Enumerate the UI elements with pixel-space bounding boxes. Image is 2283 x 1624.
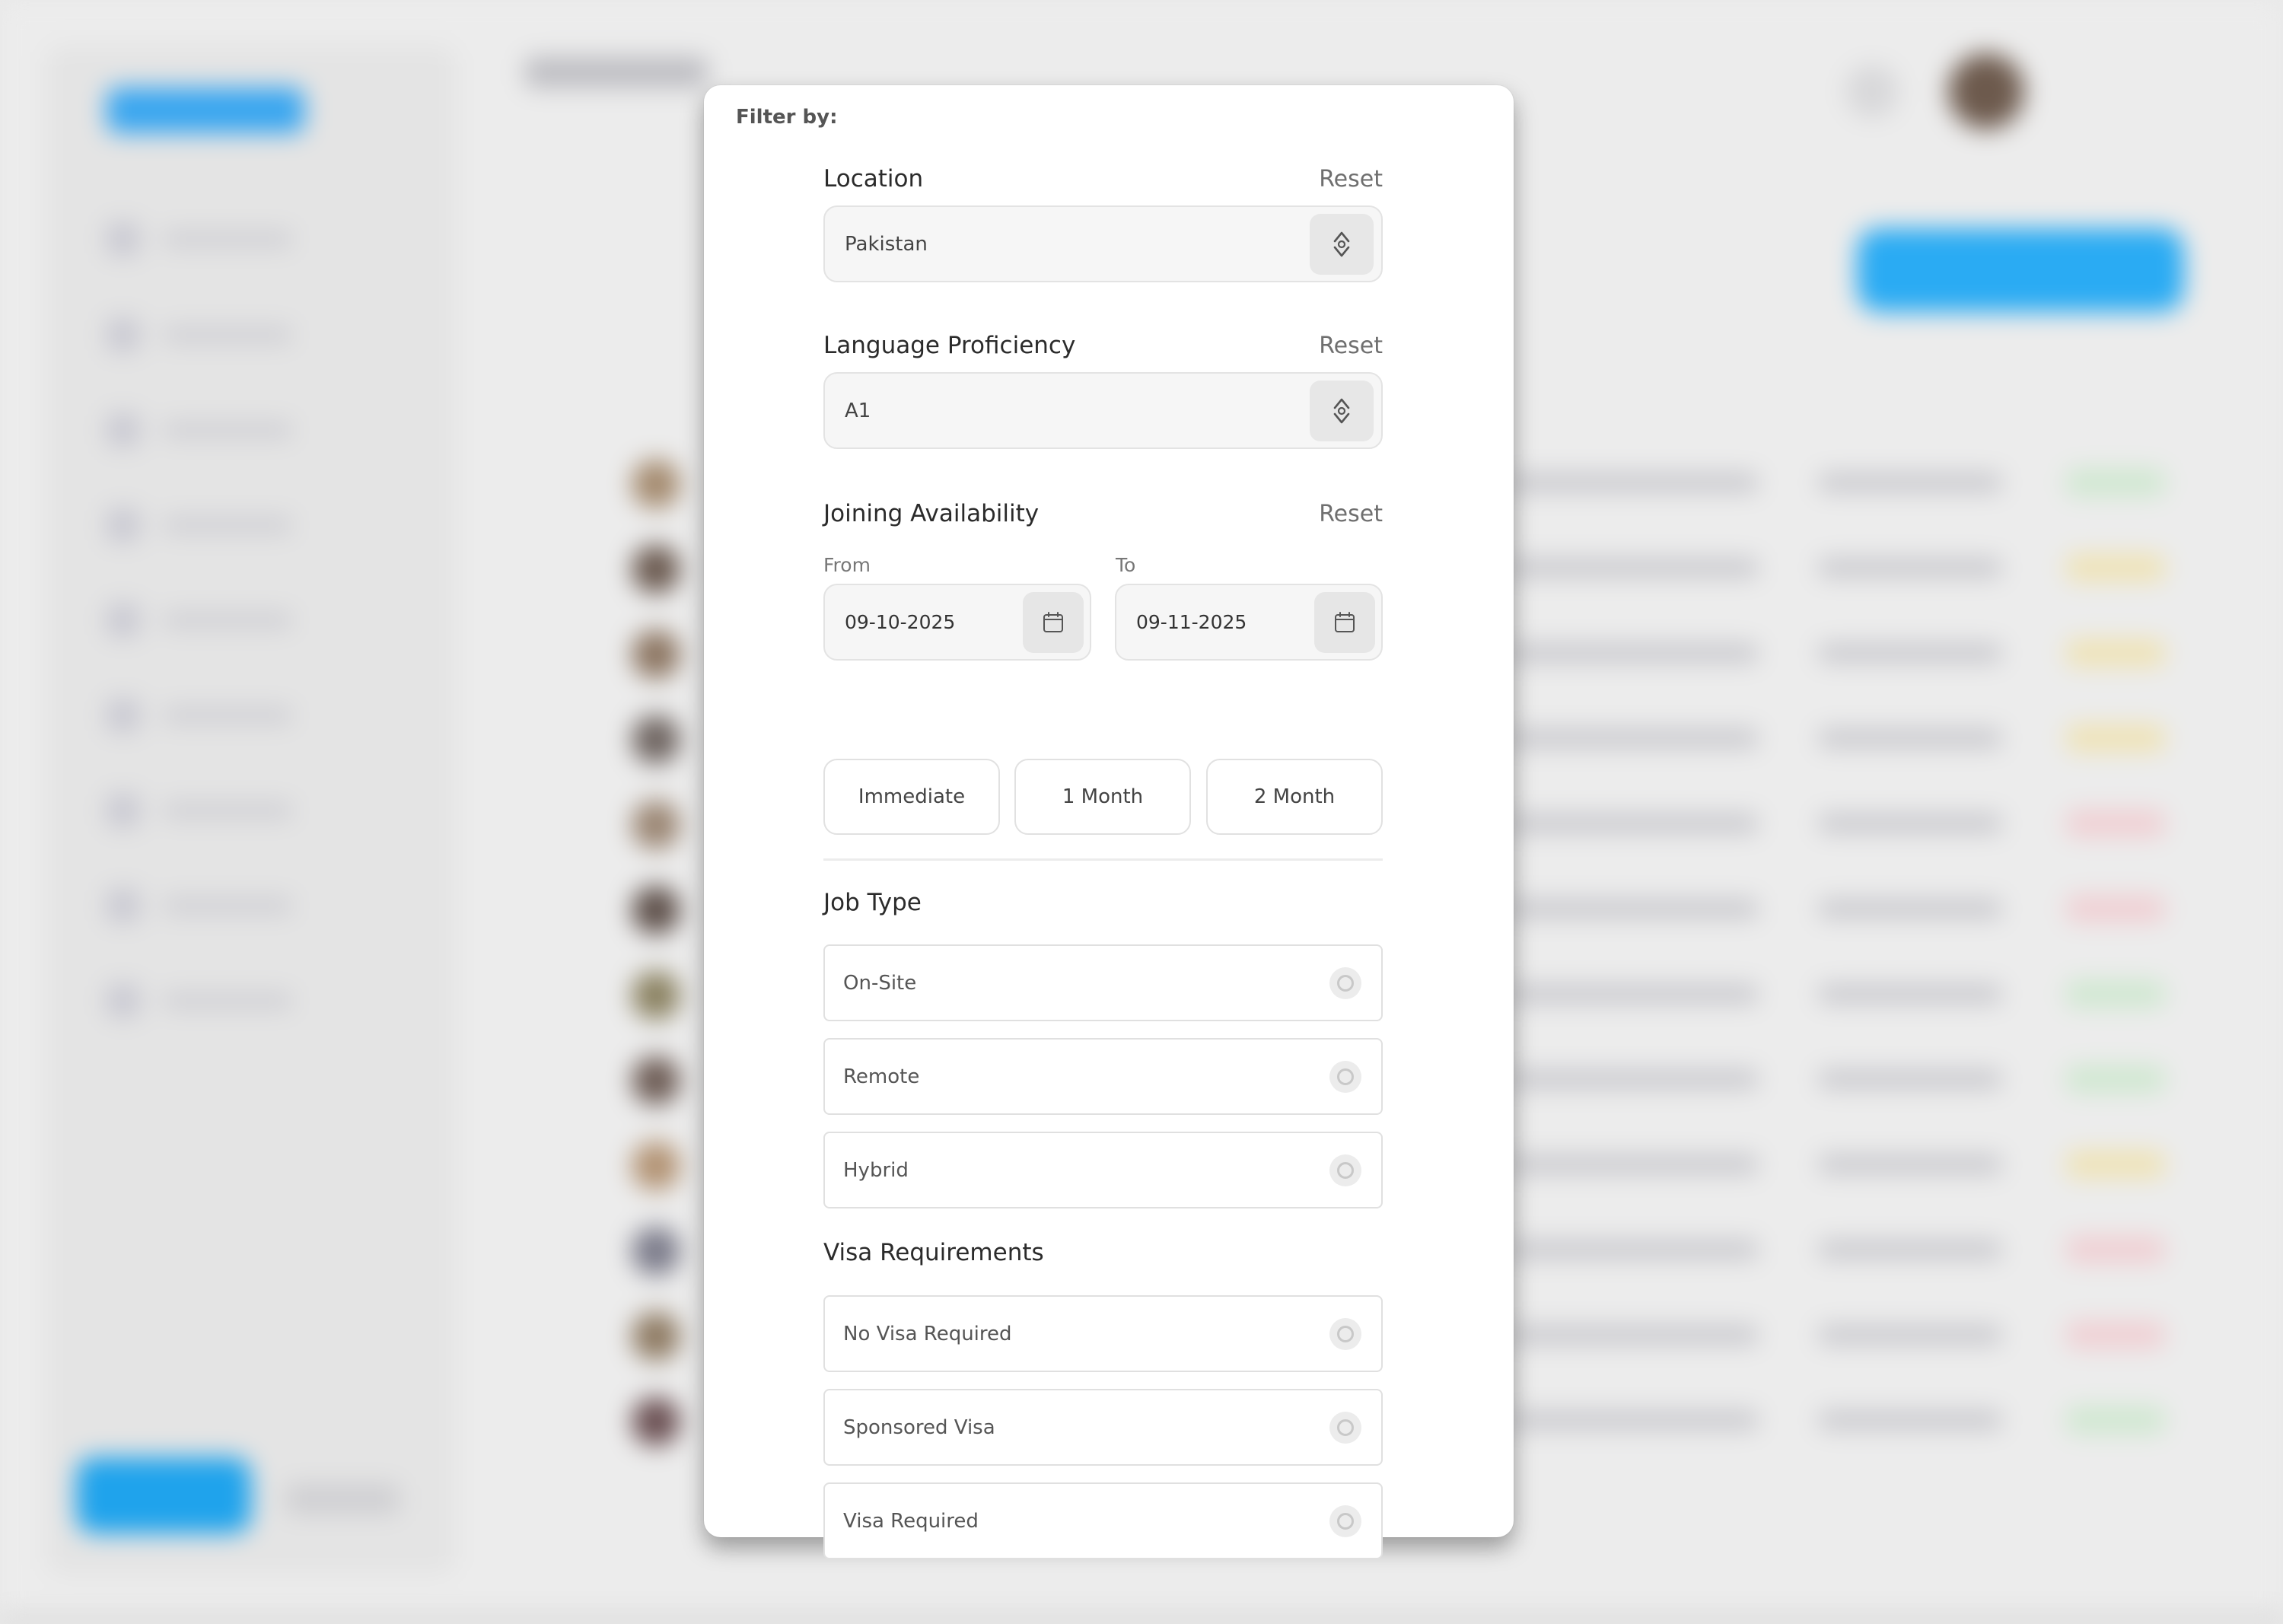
bg-bottom-button: [76, 1457, 251, 1533]
radio-icon[interactable]: [1329, 1318, 1361, 1350]
option-label: On-Site: [843, 971, 917, 995]
bg-footer: [0, 1613, 2283, 1624]
joining-reset-button[interactable]: Reset: [1319, 501, 1383, 527]
bg-logo: [107, 88, 304, 133]
calendar-icon: [1335, 612, 1355, 632]
joining-2-month-chip[interactable]: 2 Month: [1206, 759, 1383, 835]
visa-header: Visa Requirements: [823, 1237, 1383, 1268]
from-date-value: 09-10-2025: [845, 611, 956, 633]
filter-modal-title: Filter by:: [736, 106, 838, 129]
joining-header: Joining Availability Reset: [823, 498, 1383, 529]
to-date-picker-button[interactable]: [1314, 592, 1375, 653]
sort-arrows-icon: [1333, 398, 1350, 424]
bg-icon-button: [1845, 65, 1899, 118]
from-date-field[interactable]: 09-10-2025: [823, 584, 1091, 661]
radio-icon[interactable]: [1329, 1061, 1361, 1093]
section-divider: [823, 858, 1383, 861]
option-label: Remote: [843, 1065, 920, 1088]
option-label: Hybrid: [843, 1158, 909, 1182]
language-title: Language Proficiency: [823, 332, 1076, 359]
visa-option-no-visa-required[interactable]: No Visa Required: [823, 1295, 1383, 1372]
bg-nav-item: [107, 508, 335, 542]
to-date-field[interactable]: 09-11-2025: [1115, 584, 1383, 661]
joining-immediate-chip[interactable]: Immediate: [823, 759, 1000, 835]
location-select[interactable]: Pakistan: [823, 205, 1383, 282]
language-header: Language Proficiency Reset: [823, 330, 1383, 361]
visa-option-sponsored-visa[interactable]: Sponsored Visa: [823, 1389, 1383, 1466]
bg-bottom-mini: [285, 1484, 400, 1514]
language-value: A1: [845, 399, 871, 422]
bg-nav-item: [107, 699, 335, 732]
location-select-toggle[interactable]: [1310, 214, 1374, 275]
job-type-header: Job Type: [823, 887, 1383, 918]
bg-nav-item: [107, 318, 335, 352]
language-select[interactable]: A1: [823, 372, 1383, 449]
option-label: Sponsored Visa: [843, 1415, 995, 1439]
radio-icon[interactable]: [1329, 1154, 1361, 1186]
to-label: To: [1116, 554, 1136, 576]
bg-primary-button: [1857, 228, 2184, 312]
visa-option-visa-required[interactable]: Visa Required: [823, 1482, 1383, 1559]
bg-nav-item: [107, 794, 335, 827]
location-reset-button[interactable]: Reset: [1319, 166, 1383, 193]
option-label: Visa Required: [843, 1509, 979, 1533]
job-type-title: Job Type: [823, 889, 922, 916]
language-select-toggle[interactable]: [1310, 381, 1374, 441]
joining-1-month-chip[interactable]: 1 Month: [1014, 759, 1191, 835]
radio-icon[interactable]: [1329, 967, 1361, 999]
visa-title: Visa Requirements: [823, 1239, 1044, 1266]
bg-avatar: [1948, 53, 2024, 129]
bg-nav-item: [107, 603, 335, 637]
bg-nav-item: [107, 222, 335, 256]
sort-arrows-icon: [1333, 231, 1350, 257]
calendar-icon: [1043, 612, 1063, 632]
bg-nav-item: [107, 889, 335, 922]
location-title: Location: [823, 165, 924, 193]
filter-modal: Filter by: Location Reset Pakistan Langu…: [704, 85, 1514, 1559]
radio-icon[interactable]: [1329, 1505, 1361, 1537]
joining-title: Joining Availability: [823, 500, 1040, 527]
location-value: Pakistan: [845, 232, 928, 256]
option-label: No Visa Required: [843, 1322, 1012, 1345]
location-header: Location Reset: [823, 164, 1383, 194]
to-date-value: 09-11-2025: [1136, 611, 1247, 633]
job-type-option-on-site[interactable]: On-Site: [823, 944, 1383, 1021]
job-type-option-remote[interactable]: Remote: [823, 1038, 1383, 1115]
radio-icon[interactable]: [1329, 1412, 1361, 1444]
from-label: From: [823, 554, 871, 576]
bg-nav-item: [107, 413, 335, 447]
bg-nav-item: [107, 984, 335, 1017]
from-date-picker-button[interactable]: [1023, 592, 1084, 653]
bg-page-title: [525, 57, 708, 88]
job-type-option-hybrid[interactable]: Hybrid: [823, 1132, 1383, 1208]
language-reset-button[interactable]: Reset: [1319, 333, 1383, 359]
